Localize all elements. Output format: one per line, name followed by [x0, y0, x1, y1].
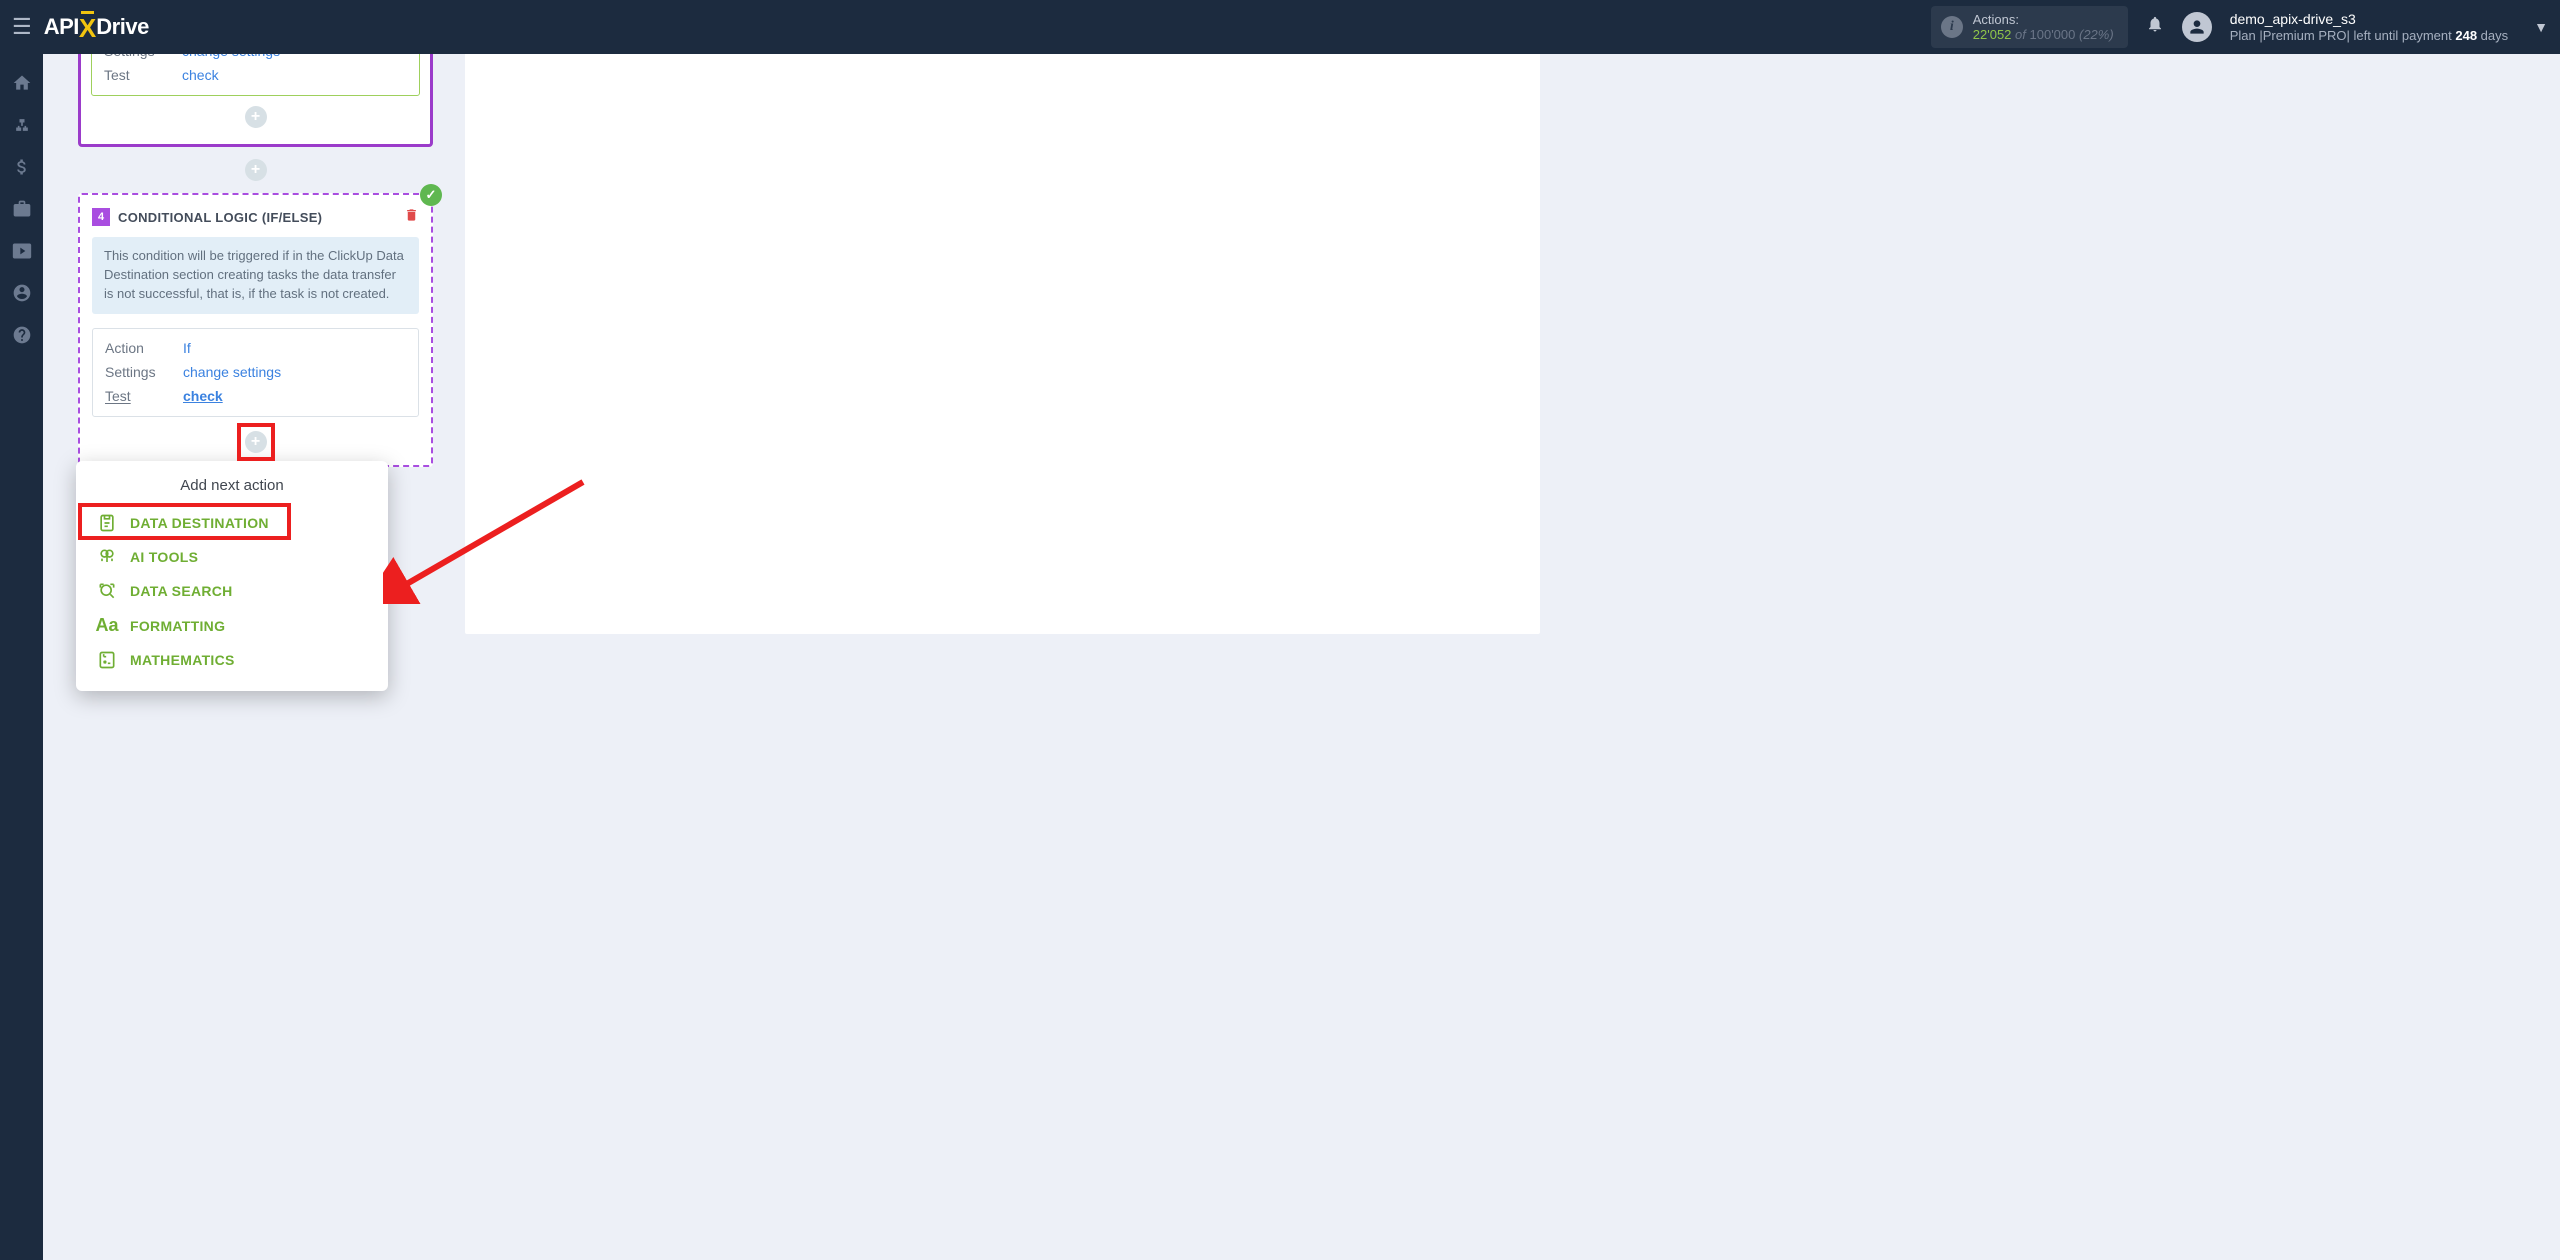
sidebar-home-icon[interactable] — [0, 62, 43, 104]
actions-total: 100'000 — [2030, 27, 2076, 42]
logo-x-icon: X — [79, 13, 96, 44]
calculator-icon — [96, 650, 118, 670]
left-sidebar — [0, 54, 43, 1260]
actions-values: 22'052 of 100'000 (22%) — [1973, 27, 2114, 42]
logo[interactable]: API X Drive — [44, 12, 149, 43]
search-icon — [96, 581, 118, 601]
info-icon: i — [1941, 16, 1963, 38]
menu-item-data-destination[interactable]: DATA DESTINATION — [82, 506, 382, 540]
top-header: ☰ API X Drive i Actions: 22'052 of 100'0… — [0, 0, 2560, 54]
conditional-block-card[interactable]: ✓ 4 CONDITIONAL LOGIC (IF/ELSE) This con… — [78, 193, 433, 467]
logo-text-2: Drive — [96, 14, 149, 40]
sidebar-sitemap-icon[interactable] — [0, 104, 43, 146]
sidebar-video-icon[interactable] — [0, 230, 43, 272]
user-avatar-icon[interactable] — [2182, 12, 2212, 42]
conditional-description: This condition will be triggered if in t… — [92, 237, 419, 314]
add-between-button[interactable]: + — [245, 159, 267, 181]
workflow-column: Access Andrii test (test20022@ukr Settin… — [78, 54, 433, 691]
cond-row-action: Action If — [105, 337, 406, 361]
step-number: 4 — [92, 208, 110, 226]
user-plan: Plan |Premium PRO| left until payment 24… — [2230, 28, 2508, 44]
user-info[interactable]: demo_apix-drive_s3 Plan |Premium PRO| le… — [2230, 11, 2508, 43]
actions-text: Actions: 22'052 of 100'000 (22%) — [1973, 12, 2114, 42]
actions-counter[interactable]: i Actions: 22'052 of 100'000 (22%) — [1931, 6, 2128, 48]
source-row-settings: Settings change settings — [104, 54, 407, 64]
actions-of: of — [2015, 27, 2026, 42]
right-panel — [465, 54, 1540, 634]
actions-pct: (22%) — [2079, 27, 2114, 42]
conditional-header: 4 CONDITIONAL LOGIC (IF/ELSE) — [92, 207, 419, 227]
notifications-icon[interactable] — [2146, 14, 2164, 40]
conditional-title: CONDITIONAL LOGIC (IF/ELSE) — [118, 210, 396, 225]
menu-item-ai-tools[interactable]: AI TOOLS — [82, 540, 382, 574]
sidebar-briefcase-icon[interactable] — [0, 188, 43, 230]
success-badge-icon: ✓ — [420, 184, 442, 206]
header-right: i Actions: 22'052 of 100'000 (22%) demo_… — [1931, 6, 2548, 48]
add-action-dropdown: Add next action DATA DESTINATION AI TOOL… — [76, 461, 388, 691]
menu-item-formatting[interactable]: Aa FORMATTING — [82, 608, 382, 643]
sidebar-user-icon[interactable] — [0, 272, 43, 314]
menu-item-data-search[interactable]: DATA SEARCH — [82, 574, 382, 608]
add-inside-button[interactable]: + — [245, 106, 267, 128]
text-icon: Aa — [96, 615, 118, 636]
user-name: demo_apix-drive_s3 — [2230, 11, 2508, 28]
clipboard-icon — [96, 513, 118, 533]
logo-text-1: API — [44, 14, 79, 40]
menu-item-mathematics[interactable]: MATHEMATICS — [82, 643, 382, 677]
chevron-down-icon[interactable]: ▼ — [2534, 19, 2548, 35]
actions-used: 22'052 — [1973, 27, 2012, 42]
main-canvas: Access Andrii test (test20022@ukr Settin… — [43, 54, 2560, 1260]
source-settings-panel: Access Andrii test (test20022@ukr Settin… — [91, 54, 420, 96]
sidebar-dollar-icon[interactable] — [0, 146, 43, 188]
brain-icon — [96, 547, 118, 567]
source-row-test: Test check — [104, 64, 407, 88]
highlight-plus-annotation — [237, 423, 275, 461]
delete-icon[interactable] — [404, 207, 419, 227]
dropdown-title: Add next action — [82, 477, 382, 494]
sidebar-help-icon[interactable] — [0, 314, 43, 356]
conditional-settings-panel: Action If Settings change settings Test … — [92, 328, 419, 417]
cond-row-settings: Settings change settings — [105, 361, 406, 385]
source-block-card[interactable]: Access Andrii test (test20022@ukr Settin… — [78, 54, 433, 147]
actions-label: Actions: — [1973, 12, 2114, 27]
hamburger-icon[interactable]: ☰ — [12, 14, 32, 40]
cond-row-test: Test check — [105, 385, 406, 409]
add-action-wrap: + — [92, 431, 419, 453]
